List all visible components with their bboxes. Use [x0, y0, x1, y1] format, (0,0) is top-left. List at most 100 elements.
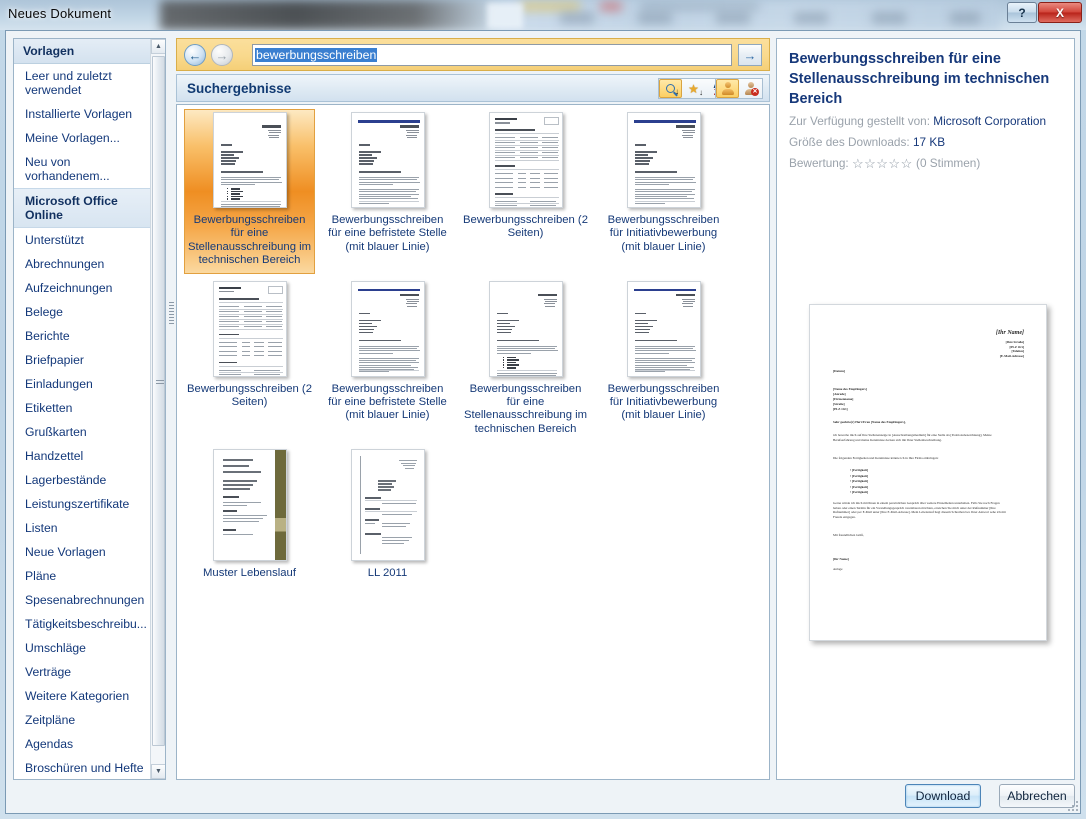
pane-splitter[interactable] — [168, 38, 176, 780]
sidebar-item-10[interactable]: Berichte — [14, 324, 152, 348]
results-grid[interactable]: Bewerbungsschreiben für eine Stellenauss… — [176, 104, 770, 780]
sidebar-item-15[interactable]: Handzettel — [14, 444, 152, 468]
search-go-button[interactable]: → — [738, 44, 762, 66]
sidebar-item-label: Zeitpläne — [25, 713, 75, 727]
sidebar-item-label: Leer und zuletzt verwendet — [25, 69, 112, 97]
template-item[interactable]: Muster Lebenslauf — [184, 446, 315, 586]
sidebar-item-20[interactable]: Pläne — [14, 564, 152, 588]
sidebar-item-18[interactable]: Listen — [14, 516, 152, 540]
template-label: Bewerbungsschreiben (2 Seiten) — [186, 383, 314, 410]
sidebar-item-5[interactable]: Microsoft Office Online — [14, 188, 152, 228]
hide-customer-icon[interactable]: ✕ — [739, 79, 762, 98]
sidebar-item-13[interactable]: Etiketten — [14, 396, 152, 420]
cancel-button[interactable]: Abbrechen — [999, 784, 1075, 808]
doc-recipient: [Firmenname] — [833, 397, 853, 401]
glass-backdrop-left — [160, 0, 500, 30]
sidebar-scrollbar[interactable]: ▲ ▼ — [150, 39, 165, 779]
glass-backdrop-tab-text — [560, 12, 980, 24]
template-thumbnail — [213, 449, 287, 561]
sidebar-item-1[interactable]: Leer und zuletzt verwendet — [14, 64, 152, 102]
doc-sender-name: [Ihr Name] — [996, 331, 1024, 335]
template-item[interactable]: Bewerbungsschreiben für eine befristete … — [322, 109, 453, 274]
sidebar-item-19[interactable]: Neue Vorlagen — [14, 540, 152, 564]
preview-pane: Bewerbungsschreiben für eine Stellenauss… — [776, 38, 1075, 780]
preview-rating-votes: (0 Stimmen) — [916, 156, 980, 170]
template-item[interactable]: Bewerbungsschreiben (2 Seiten) — [460, 109, 591, 274]
sidebar-item-2[interactable]: Installierte Vorlagen — [14, 102, 152, 126]
search-input-value: bewerbungsschreiben — [255, 48, 377, 62]
sidebar-item-label: Berichte — [25, 329, 70, 343]
sidebar-item-26[interactable]: Zeitpläne — [14, 708, 152, 732]
sidebar-item-16[interactable]: Lagerbestände — [14, 468, 152, 492]
sidebar-item-label: Lagerbestände — [25, 473, 106, 487]
template-thumbnail — [213, 281, 287, 377]
customer-submitted-icon[interactable] — [716, 79, 739, 98]
template-thumbnail — [627, 281, 701, 377]
sidebar-item-9[interactable]: Belege — [14, 300, 152, 324]
close-button[interactable]: X — [1038, 2, 1082, 23]
sidebar-item-27[interactable]: Agendas — [14, 732, 152, 756]
template-item[interactable]: Bewerbungsschreiben für Initiativbewerbu… — [598, 109, 729, 274]
sidebar-item-label: Agendas — [25, 737, 73, 751]
template-item[interactable]: Bewerbungsschreiben für eine Stellenauss… — [184, 109, 315, 274]
sidebar-item-7[interactable]: Abrechnungen — [14, 252, 152, 276]
sidebar-item-11[interactable]: Briefpapier — [14, 348, 152, 372]
preview-size-label: Größe des Downloads: — [789, 135, 910, 149]
back-arrow-icon[interactable]: ← — [184, 44, 206, 66]
template-item[interactable]: Bewerbungsschreiben für eine Stellenauss… — [460, 278, 591, 443]
template-label: LL 2011 — [324, 567, 452, 580]
doc-paragraph-2: Die folgenden Fertigkeiten und Kenntniss… — [833, 456, 1003, 461]
download-button[interactable]: Download — [905, 784, 981, 808]
results-row: Muster Lebenslauf LL 2011 — [177, 442, 769, 586]
sidebar-item-12[interactable]: Einladungen — [14, 372, 152, 396]
sidebar-item-24[interactable]: Verträge — [14, 660, 152, 684]
sidebar-item-label: Briefpapier — [25, 353, 84, 367]
sidebar-item-8[interactable]: Aufzeichnungen — [14, 276, 152, 300]
sidebar-item-25[interactable]: Weitere Kategorien — [14, 684, 152, 708]
dialog-footer: Download Abbrechen — [6, 779, 1082, 813]
search-sort-icon[interactable]: ↓ — [659, 79, 682, 98]
sidebar-item-label: Vorlagen — [23, 44, 74, 58]
doc-recipient: [Anrede] — [833, 392, 846, 396]
sidebar-item-21[interactable]: Spesenabrechnungen — [14, 588, 152, 612]
sidebar-item-22[interactable]: Tätigkeitsbeschreibu... — [14, 612, 152, 636]
sidebar-item-label: Meine Vorlagen... — [25, 131, 120, 145]
template-item[interactable]: LL 2011 — [322, 446, 453, 586]
window-title: Neues Dokument — [8, 6, 111, 21]
template-label: Bewerbungsschreiben für eine Stellenauss… — [186, 214, 314, 268]
forward-arrow-icon[interactable]: → — [211, 44, 233, 66]
template-item[interactable]: Bewerbungsschreiben für Initiativbewerbu… — [598, 278, 729, 443]
doc-enclosure: Anlage — [833, 567, 843, 572]
sidebar-item-6[interactable]: Unterstützt — [14, 228, 152, 252]
sidebar-item-0[interactable]: Vorlagen — [14, 39, 152, 64]
template-item[interactable]: Bewerbungsschreiben (2 Seiten) — [184, 278, 315, 443]
sidebar-item-label: Abrechnungen — [25, 257, 104, 271]
help-button[interactable]: ? — [1007, 2, 1037, 23]
sidebar-item-label: Unterstützt — [25, 233, 84, 247]
sidebar-item-17[interactable]: Leistungszertifikate — [14, 492, 152, 516]
doc-paragraph-3: Gerne würde ich mich mit Ihnen in einem … — [833, 501, 1008, 519]
template-item[interactable]: Bewerbungsschreiben für eine befristete … — [322, 278, 453, 443]
sidebar-item-14[interactable]: Grußkarten — [14, 420, 152, 444]
sidebar-item-23[interactable]: Umschläge — [14, 636, 152, 660]
sidebar-item-label: Broschüren und Hefte — [25, 761, 144, 775]
glass-backdrop-ribbon-red — [600, 2, 622, 11]
rating-stars-icon[interactable]: ☆☆☆☆☆ — [852, 155, 913, 172]
sidebar-item-label: Belege — [25, 305, 63, 319]
scrollbar-thumb[interactable] — [152, 56, 165, 746]
sidebar-item-3[interactable]: Meine Vorlagen... — [14, 126, 152, 150]
rating-sort-icon[interactable]: ★↓ — [682, 79, 705, 98]
sidebar-item-label: Aufzeichnungen — [25, 281, 112, 295]
sidebar-item-28[interactable]: Broschüren und Hefte — [14, 756, 152, 780]
scroll-up-arrow-icon[interactable]: ▲ — [151, 39, 166, 54]
preview-rating-label: Bewertung: — [789, 156, 849, 170]
scroll-down-arrow-icon[interactable]: ▼ — [151, 764, 166, 779]
sidebar-item-4[interactable]: Neu von vorhandenem... — [14, 150, 152, 188]
new-document-dialog: Neues Dokument ? X Vorlagen Leer und zule… — [0, 0, 1086, 819]
category-list: Vorlagen Leer und zuletzt verwendet Instal… — [14, 39, 152, 780]
search-input[interactable]: bewerbungsschreiben — [252, 44, 732, 66]
resize-grip-icon[interactable] — [1068, 799, 1080, 811]
preview-provider: Zur Verfügung gestellt von: Microsoft Co… — [789, 113, 1062, 130]
sidebar-item-label: Einladungen — [25, 377, 93, 391]
template-thumbnail — [489, 281, 563, 377]
